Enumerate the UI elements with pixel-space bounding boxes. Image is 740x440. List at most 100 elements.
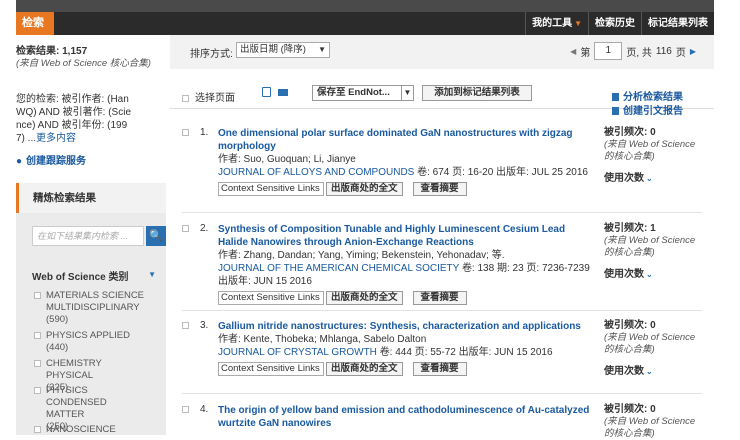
- category-heading[interactable]: Web of Science 类别 ▼: [32, 268, 156, 283]
- cited-source: (来自 Web of Science 的核心合集): [604, 332, 696, 355]
- divider: [182, 310, 702, 311]
- record-title[interactable]: Synthesis of Composition Tunable and Hig…: [218, 223, 593, 249]
- cited-source: (来自 Web of Science 的核心合集): [604, 139, 696, 162]
- record-number: 1.: [200, 127, 209, 138]
- record-source: JOURNAL OF THE AMERICAN CHEMICAL SOCIETY…: [218, 263, 590, 287]
- refine-search-input[interactable]: 在如下结果集内检索 ...: [32, 226, 144, 246]
- checkbox[interactable]: [182, 322, 189, 329]
- context-links-image[interactable]: Context Sensitive Links: [218, 182, 324, 196]
- checkbox[interactable]: [182, 225, 189, 232]
- citation-info: 被引频次: 1 (来自 Web of Science 的核心合集) 使用次数 ⌄: [604, 223, 704, 280]
- journal-link[interactable]: JOURNAL OF ALLOYS AND COMPOUNDS: [218, 167, 414, 178]
- record-authors: 作者: Suo, Guoquan; Li, Jianye: [218, 154, 356, 165]
- cited-source: (来自 Web of Science 的核心合集): [604, 416, 696, 439]
- analysis-links: 分析检索结果 创建引文报告: [612, 91, 683, 119]
- query-summary: 您的检索: 被引作者: (Han WQ) AND 被引著作: (Scie nce…: [16, 93, 166, 145]
- total-pages: 116: [655, 45, 672, 57]
- checkbox[interactable]: [34, 332, 41, 339]
- refine-heading: 精炼检索结果: [16, 183, 166, 213]
- record-source: JOURNAL OF CRYSTAL GROWTH 卷: 444 页: 55-7…: [218, 347, 553, 358]
- chevron-down-icon: ⌄: [646, 174, 653, 183]
- sort-bar: 排序方式: 出版日期 (降序) ▼ ◀ 第 1 页, 共 116 页 ▶: [170, 35, 714, 69]
- caret-down-icon: ▼: [574, 19, 582, 28]
- fulltext-button[interactable]: 出版商处的全文: [326, 362, 403, 376]
- marked-list-link[interactable]: 标记结果列表: [641, 12, 714, 35]
- checkbox[interactable]: [34, 292, 41, 299]
- record-title[interactable]: The origin of yellow band emission and c…: [218, 404, 593, 430]
- record-number: 3.: [200, 320, 209, 331]
- citation-report-link[interactable]: 创建引文报告: [612, 105, 683, 119]
- select-page[interactable]: 选择页面: [182, 89, 235, 104]
- times-cited: 被引频次: 0: [604, 320, 656, 331]
- checkbox[interactable]: [182, 129, 189, 136]
- search-history-link[interactable]: 检索历史: [588, 12, 641, 35]
- create-alert-link[interactable]: ● 创建跟踪服务: [16, 152, 166, 167]
- page-label: 第: [580, 47, 591, 59]
- context-links-image[interactable]: Context Sensitive Links: [218, 362, 324, 376]
- record-authors: 作者: Kente, Thobeka; Mhlanga, Sabelo Dalt…: [218, 334, 427, 345]
- view-abstract-button[interactable]: 查看摘要: [412, 362, 467, 376]
- usage-count-toggle[interactable]: 使用次数 ⌄: [604, 362, 704, 377]
- chevron-down-icon: ⌄: [646, 270, 653, 279]
- checkbox[interactable]: [34, 360, 41, 367]
- prev-page-icon[interactable]: ◀: [570, 47, 576, 56]
- sort-select[interactable]: 出版日期 (降序) ▼: [236, 42, 330, 58]
- category-item[interactable]: NANOSCIENCE: [34, 424, 164, 436]
- category-item[interactable]: PHYSICS APPLIED (440): [34, 330, 164, 354]
- top-strip: [16, 0, 714, 12]
- search-tab[interactable]: 检索: [16, 12, 54, 35]
- category-item[interactable]: MATERIALS SCIENCE MULTIDISCIPLINARY (590): [34, 290, 164, 326]
- times-cited: 被引频次: 0: [604, 127, 656, 138]
- checkbox[interactable]: [182, 406, 189, 413]
- my-tools-label: 我的工具: [532, 18, 573, 29]
- context-links-image[interactable]: Context Sensitive Links: [218, 291, 324, 305]
- query-line: WQ) AND 被引著作: (Scie: [16, 107, 132, 118]
- record-number: 4.: [200, 404, 209, 415]
- chevron-down-icon: ▼: [401, 86, 413, 100]
- journal-link[interactable]: JOURNAL OF CRYSTAL GROWTH: [218, 347, 377, 358]
- times-cited: 被引频次: 0: [604, 404, 656, 415]
- sort-label: 排序方式:: [190, 49, 233, 60]
- record-source: JOURNAL OF ALLOYS AND COMPOUNDS 卷: 674 页…: [218, 167, 588, 178]
- results-source: (来自 Web of Science 核心合集): [16, 58, 151, 69]
- query-line: 7) ...更多内容: [16, 133, 77, 144]
- journal-link[interactable]: JOURNAL OF THE AMERICAN CHEMICAL SOCIETY: [218, 263, 459, 274]
- triangle-down-icon: ▼: [148, 270, 156, 279]
- pager: ◀ 第 1 页, 共 116 页 ▶: [566, 42, 700, 60]
- more-link[interactable]: 更多内容: [36, 133, 76, 144]
- record-title[interactable]: Gallium nitride nanostructures: Synthesi…: [218, 320, 593, 333]
- cited-source: (来自 Web of Science 的核心合集): [604, 235, 696, 258]
- usage-count-toggle[interactable]: 使用次数 ⌄: [604, 265, 704, 280]
- chart-icon: [612, 93, 619, 102]
- my-tools-menu[interactable]: 我的工具 ▼: [525, 12, 588, 35]
- analyze-results-link[interactable]: 分析检索结果: [612, 91, 683, 105]
- chevron-down-icon: ▼: [318, 45, 326, 54]
- view-abstract-button[interactable]: 查看摘要: [412, 182, 467, 196]
- save-to-endnote-button[interactable]: 保存至 EndNot... ▼: [312, 85, 414, 101]
- view-abstract-button[interactable]: 查看摘要: [412, 291, 467, 305]
- search-icon[interactable]: 🔍: [146, 226, 166, 246]
- page-of-label: 页, 共: [626, 47, 652, 59]
- add-to-marked-list-button[interactable]: 添加到标记结果列表: [422, 85, 532, 101]
- fulltext-button[interactable]: 出版商处的全文: [326, 291, 403, 305]
- results-count: 检索结果: 1,157: [16, 46, 88, 57]
- checkbox[interactable]: [34, 426, 41, 433]
- checkbox[interactable]: [182, 94, 189, 102]
- next-page-icon[interactable]: ▶: [690, 47, 696, 56]
- query-line: 您的检索: 被引作者: (Han: [16, 94, 129, 105]
- fulltext-button[interactable]: 出版商处的全文: [326, 182, 403, 196]
- tools-menu: 我的工具 ▼ 检索历史 标记结果列表: [525, 12, 714, 35]
- record-number: 2.: [200, 223, 209, 234]
- record-authors: 作者: Zhang, Dandan; Yang, Yiming; Bekenst…: [218, 250, 505, 261]
- citation-info: 被引频次: 0 (来自 Web of Science 的核心合集) 使用次数 ⌄: [604, 127, 704, 184]
- page-input[interactable]: 1: [594, 42, 623, 60]
- query-line: nce) AND 被引年份: (199: [16, 120, 128, 131]
- email-icon[interactable]: [278, 89, 288, 96]
- print-icon[interactable]: [262, 87, 271, 97]
- results-main: 排序方式: 出版日期 (降序) ▼ ◀ 第 1 页, 共 116 页 ▶ 选择页面…: [170, 35, 714, 439]
- usage-count-toggle[interactable]: 使用次数 ⌄: [604, 169, 704, 184]
- report-icon: [612, 107, 619, 116]
- checkbox[interactable]: [34, 387, 41, 394]
- record-title[interactable]: One dimensional polar surface dominated …: [218, 127, 593, 153]
- right-margin: [714, 0, 740, 435]
